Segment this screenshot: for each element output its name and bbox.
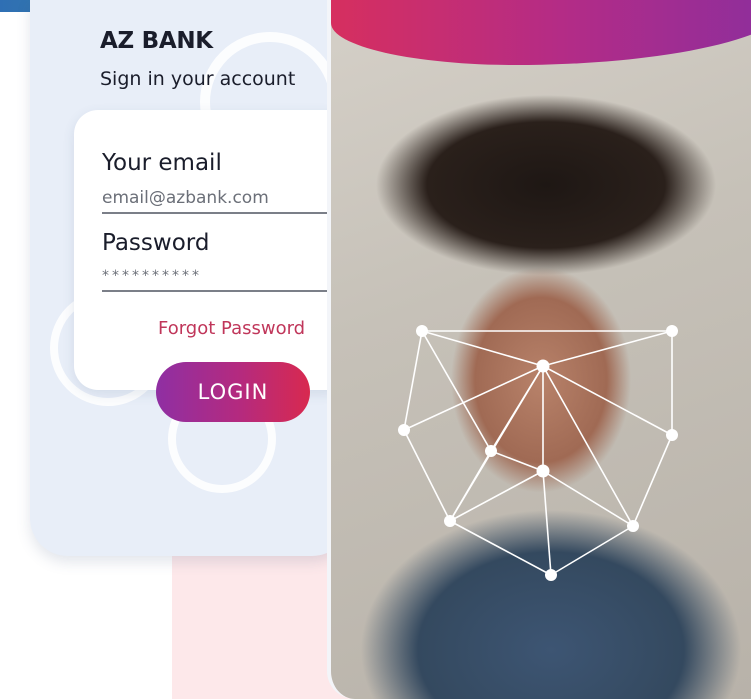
password-field[interactable]: [102, 262, 350, 292]
email-label: Your email: [102, 150, 222, 176]
forgot-password-link[interactable]: Forgot Password: [158, 318, 305, 339]
password-label: Password: [102, 230, 210, 256]
face-landmark-mesh-icon: [398, 325, 678, 581]
email-field[interactable]: [102, 184, 350, 214]
brand-name: AZ BANK: [100, 28, 213, 54]
background-decor: [172, 545, 352, 699]
face-scan-panel: [327, 0, 751, 699]
login-card: AZ BANK Sign in your account Your email …: [30, 0, 350, 556]
page-subtitle: Sign in your account: [100, 68, 296, 90]
login-form: Your email Password Forgot Password: [74, 110, 350, 390]
login-button[interactable]: LOGIN: [156, 362, 310, 422]
